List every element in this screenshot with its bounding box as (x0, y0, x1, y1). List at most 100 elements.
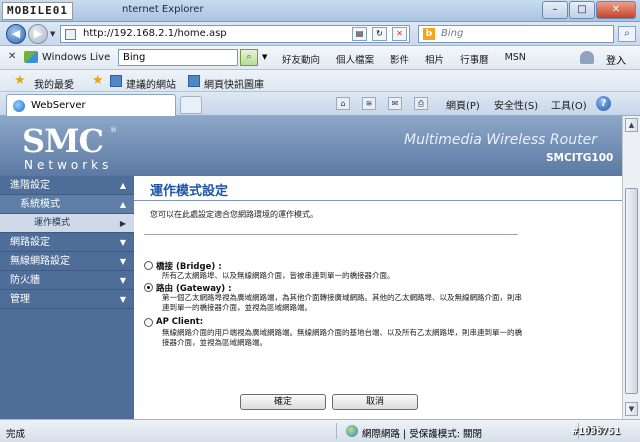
security-zone[interactable]: 網際網路 | 受保護模式: 關閉 (362, 426, 482, 440)
help-icon[interactable]: ? (596, 96, 611, 111)
expand-arrow-icon: ▼ (119, 295, 126, 304)
status-bar: 完成 網際網路 | 受保護模式: 關閉 95% (0, 419, 640, 442)
live-link-mail[interactable]: 影件 (390, 52, 409, 66)
page-icon (65, 29, 76, 40)
compatibility-icon[interactable]: ▤ (352, 27, 367, 41)
option-gateway-body: 第一個乙太網路埠視為廣域網路端，為其他介面轉接廣域網路。其他的乙太網路埠、以及無… (162, 293, 522, 312)
radio-gateway[interactable] (144, 283, 153, 292)
window-controls: – □ ✕ (541, 1, 636, 19)
option-ap-client-body: 無線網路介面的用戶端視為廣域網路端。無線網路介面的基地台端、以及所有乙太網路埠，… (162, 328, 522, 347)
add-favorite-icon[interactable]: ★ (92, 73, 104, 88)
address-url[interactable]: http://192.168.2.1/home.asp (83, 28, 227, 39)
sidebar-item-label: 進階設定 (10, 180, 50, 191)
live-search-dropdown-icon[interactable]: ▼ (262, 53, 267, 61)
sidebar-item-label: 運作模式 (34, 218, 71, 228)
live-search-go-icon[interactable]: ⌕ (240, 49, 258, 66)
ie-page-icon (13, 100, 25, 112)
sidebar-item-label: 管理 (10, 294, 30, 305)
option-bridge-body: 所有乙太網路埠、以及無線網路介面，皆被串連到單一的橋接器介面。 (162, 271, 395, 280)
user-icon[interactable] (580, 51, 594, 64)
sidebar-item-management[interactable]: 管理 ▼ (0, 290, 134, 309)
tab-webserver[interactable]: WebServer (6, 94, 176, 116)
close-button[interactable]: ✕ (596, 1, 636, 19)
collapse-arrow-icon: ▲ (119, 200, 126, 209)
print-icon[interactable]: ⎙ (414, 97, 428, 110)
search-box[interactable]: b Bing (418, 25, 614, 43)
status-text: 完成 (6, 429, 26, 440)
sidebar-item-wireless[interactable]: 無線網路設定 ▼ (0, 252, 134, 271)
address-toolbar: ◀ ▶ ▼ http://192.168.2.1/home.asp ▼ ▤ ↻ … (0, 22, 640, 46)
safety-menu[interactable]: 安全性(S) (494, 97, 538, 112)
section-divider (144, 234, 518, 235)
networks-logo-text: Networks (24, 158, 113, 172)
live-link-calendar[interactable]: 行事曆 (460, 52, 489, 66)
sidebar-item-label: 網路設定 (10, 237, 50, 248)
main-panel: 運作模式設定 您可以在此處設定適合您網路環境的運作模式。 橋接 (Bridge)… (134, 176, 622, 419)
login-link[interactable]: 登入 (606, 52, 626, 67)
forward-button[interactable]: ▶ (28, 24, 48, 44)
back-button[interactable]: ◀ (6, 24, 26, 44)
scroll-thumb[interactable] (625, 188, 638, 394)
live-link-msn[interactable]: MSN (505, 52, 526, 66)
page-content: SMC ® Networks Multimedia Wireless Route… (0, 116, 622, 419)
model-number: SMCITG100 (546, 152, 614, 164)
window-title: nternet Explorer (122, 4, 204, 15)
tab-label: WebServer (31, 100, 86, 111)
radio-bridge[interactable] (144, 261, 153, 270)
sidebar-item-advanced[interactable]: 進階設定 ▲ (0, 176, 134, 195)
live-link-profile[interactable]: 個人檔案 (336, 52, 374, 66)
refresh-icon[interactable]: ↻ (372, 27, 387, 41)
favorites-star-icon[interactable]: ★ (14, 73, 26, 88)
router-sidebar: 進階設定 ▲ 系統模式 ▲ 運作模式 ▶ 網路設定 ▼ 無線網路設定 ▼ 防火牆… (0, 176, 134, 419)
toolbar-close-icon[interactable]: ✕ (8, 51, 16, 62)
web-slice-gallery-link[interactable]: 網頁快訊圖庫 (204, 76, 264, 91)
scroll-up-icon[interactable]: ▲ (625, 118, 638, 132)
sidebar-item-operation-mode[interactable]: 運作模式 ▶ (0, 214, 134, 233)
radio-ap-client[interactable] (144, 318, 153, 327)
new-tab-button[interactable] (180, 96, 202, 114)
expand-arrow-icon: ▼ (119, 238, 126, 247)
sidebar-item-label: 無線網路設定 (10, 256, 70, 267)
sidebar-item-firewall[interactable]: 防火牆 ▼ (0, 271, 134, 290)
feeds-icon[interactable]: ≋ (362, 97, 376, 110)
favorites-button[interactable]: 我的最愛 (34, 76, 74, 91)
option-ap-client-title: AP Client: (156, 317, 204, 327)
live-link-friends[interactable]: 好友動向 (282, 52, 320, 66)
sidebar-item-network[interactable]: 網路設定 ▼ (0, 233, 134, 252)
window-titlebar: MOBILE01 nternet Explorer – □ ✕ (0, 0, 640, 22)
maximize-button[interactable]: □ (569, 1, 595, 19)
selected-arrow-icon: ▶ (119, 219, 126, 228)
web-slice-icon (188, 75, 200, 87)
live-search-input[interactable]: Bing (118, 49, 238, 66)
stop-icon[interactable]: ✕ (392, 27, 407, 41)
sidebar-item-system-mode[interactable]: 系統模式 ▲ (0, 195, 134, 214)
page-title: 運作模式設定 (150, 184, 229, 199)
home-icon[interactable]: ⌂ (336, 97, 350, 110)
search-icon[interactable]: ⌕ (618, 26, 636, 42)
product-name: Multimedia Wireless Router (404, 132, 597, 148)
title-divider (134, 200, 622, 201)
history-dropdown-icon[interactable]: ▼ (50, 30, 55, 38)
page-menu[interactable]: 網頁(P) (446, 97, 480, 112)
vertical-scrollbar[interactable]: ▲ ▼ (622, 116, 640, 419)
suggested-sites-link[interactable]: 建議的網站 (126, 76, 176, 91)
cancel-button[interactable]: 取消 (332, 394, 418, 410)
tools-menu[interactable]: 工具(O) (551, 97, 587, 112)
windows-live-logo-icon (24, 51, 38, 63)
windows-live-brand: Windows Live (42, 52, 111, 63)
sidebar-item-label: 防火牆 (10, 275, 40, 286)
watermark-id: #1036751 (572, 426, 621, 437)
watermark-logo: MOBILE01 (2, 2, 73, 20)
minimize-button[interactable]: – (542, 1, 568, 19)
mail-icon[interactable]: ✉ (388, 97, 402, 110)
live-search-value[interactable]: Bing (123, 52, 145, 63)
sidebar-item-label: 系統模式 (20, 199, 60, 210)
search-placeholder: Bing (441, 28, 464, 39)
page-description: 您可以在此處設定適合您網路環境的運作模式。 (150, 210, 318, 219)
bing-icon: b (423, 28, 435, 40)
ok-button[interactable]: 確定 (240, 394, 326, 410)
router-banner: SMC ® Networks Multimedia Wireless Route… (0, 116, 622, 176)
smc-logo: SMC (22, 122, 104, 160)
live-link-photos[interactable]: 相片 (425, 52, 444, 66)
scroll-down-icon[interactable]: ▼ (625, 402, 638, 416)
